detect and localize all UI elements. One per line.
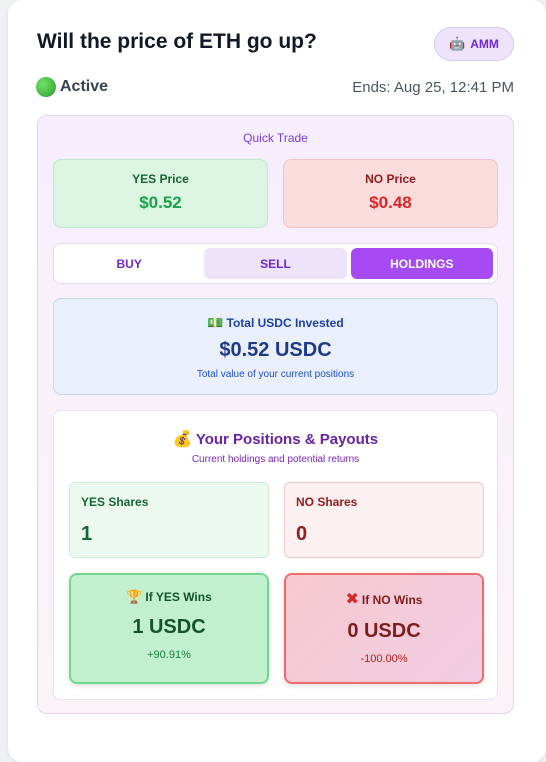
tab-sell[interactable]: SELL <box>204 248 347 279</box>
no-payout-heading: ✖ If NO Wins <box>286 589 482 609</box>
positions-heading: 💰 Your Positions & Payouts <box>54 429 497 449</box>
yes-payout-percent: +90.91% <box>147 649 191 661</box>
no-price-value: $0.48 <box>369 193 412 212</box>
invested-title: Total USDC Invested <box>226 316 344 330</box>
no-payout-value: 0 USDC <box>347 620 421 642</box>
robot-icon: 🤖 <box>449 36 466 51</box>
no-price-label: NO Price <box>365 172 416 186</box>
money-icon: 💵 <box>207 315 224 330</box>
status-indicator: Active <box>36 77 108 97</box>
no-payout-label: If NO Wins <box>361 593 423 607</box>
quick-trade-label: Quick Trade <box>243 131 308 145</box>
positions-section: 💰 Your Positions & Payouts Current holdin… <box>53 410 498 700</box>
trade-panel: Quick Trade YES Price $0.52 NO Price $0.… <box>37 115 514 714</box>
yes-price-label: YES Price <box>132 172 189 186</box>
invested-amount: $0.52 USDC <box>219 339 332 361</box>
yes-payout-card: 🏆 If YES Wins 1 USDC +90.91% <box>69 573 269 684</box>
amm-badge-label: AMM <box>470 37 499 51</box>
amm-badge: 🤖 AMM <box>434 27 514 61</box>
yes-shares-value: 1 <box>81 523 93 545</box>
market-card: Will the price of ETH go up? 🤖 AMM Activ… <box>8 0 546 762</box>
trade-tabs: BUY SELL HOLDINGS <box>53 243 498 284</box>
yes-shares-card: YES Shares 1 <box>69 482 269 558</box>
yes-payout-value: 1 USDC <box>132 616 206 638</box>
no-shares-card: NO Shares 0 <box>284 482 484 558</box>
no-price-card[interactable]: NO Price $0.48 <box>283 159 498 228</box>
end-time: Ends: Aug 25, 12:41 PM <box>352 79 514 96</box>
yes-price-card[interactable]: YES Price $0.52 <box>53 159 268 228</box>
yes-payout-label: If YES Wins <box>145 590 212 604</box>
market-title: Will the price of ETH go up? <box>37 30 317 53</box>
yes-payout-heading: 🏆 If YES Wins <box>71 589 267 605</box>
invested-heading: 💵 Total USDC Invested <box>54 315 497 331</box>
tab-buy[interactable]: BUY <box>58 248 200 279</box>
yes-price-value: $0.52 <box>139 193 182 212</box>
positions-subtitle: Current holdings and potential returns <box>191 454 360 465</box>
tab-holdings[interactable]: HOLDINGS <box>350 248 493 279</box>
no-shares-value: 0 <box>296 523 308 545</box>
invested-summary: 💵 Total USDC Invested $0.52 USDC Total va… <box>53 298 498 395</box>
money-bag-icon: 💰 <box>172 431 193 448</box>
positions-title: Your Positions & Payouts <box>195 431 379 448</box>
status-dot-icon <box>36 77 56 97</box>
yes-shares-label: YES Shares <box>81 495 149 509</box>
invested-subtitle: Total value of your current positions <box>196 369 355 380</box>
no-shares-label: NO Shares <box>296 495 358 509</box>
cross-mark-icon: ✖ <box>345 591 359 608</box>
no-payout-card: ✖ If NO Wins 0 USDC -100.00% <box>284 573 484 684</box>
status-label: Active <box>60 78 109 95</box>
trophy-icon: 🏆 <box>126 589 143 604</box>
no-payout-percent: -100.00% <box>360 653 408 665</box>
